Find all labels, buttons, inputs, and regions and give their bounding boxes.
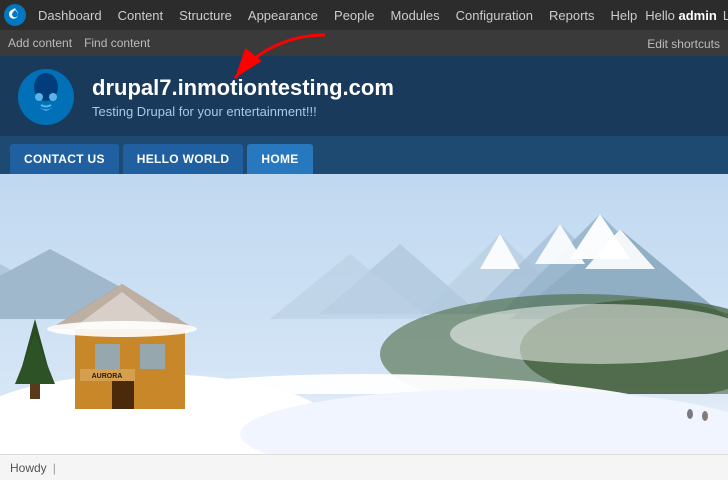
nav-reports[interactable]: Reports bbox=[541, 0, 603, 30]
nav-modules[interactable]: Modules bbox=[383, 0, 448, 30]
howdy-text: Howdy bbox=[10, 461, 47, 475]
nav-help[interactable]: Help bbox=[603, 0, 646, 30]
site-nav: CONTACT US HELLO WORLD HOME bbox=[0, 136, 728, 174]
hero-image: AURORA bbox=[0, 174, 728, 454]
nav-contact-us[interactable]: CONTACT US bbox=[10, 144, 119, 174]
edit-shortcuts-link[interactable]: Edit shortcuts bbox=[647, 37, 720, 51]
toolbar-right: Hello admin Log out ▼ bbox=[645, 6, 728, 24]
logout-link[interactable]: Log out bbox=[723, 8, 728, 23]
shortcuts-right: Edit shortcuts bbox=[647, 36, 720, 51]
shortcuts-bar: Add content Find content Edit shortcuts bbox=[0, 30, 728, 56]
nav-configuration[interactable]: Configuration bbox=[448, 0, 541, 30]
nav-people[interactable]: People bbox=[326, 0, 382, 30]
howdy-separator: | bbox=[53, 461, 56, 475]
nav-hello-world[interactable]: HELLO WORLD bbox=[123, 144, 244, 174]
drupal-logo-icon bbox=[4, 4, 26, 26]
site-title-block: drupal7.inmotiontesting.com Testing Drup… bbox=[92, 75, 394, 118]
shortcuts-left: Add content Find content bbox=[8, 36, 150, 50]
svg-text:AURORA: AURORA bbox=[92, 373, 123, 380]
howdy-bar: Howdy | bbox=[0, 454, 728, 480]
site-header: drupal7.inmotiontesting.com Testing Drup… bbox=[0, 56, 728, 136]
nav-structure[interactable]: Structure bbox=[171, 0, 240, 30]
toolbar-nav: Dashboard Content Structure Appearance P… bbox=[30, 0, 645, 30]
nav-content[interactable]: Content bbox=[110, 0, 172, 30]
add-content-link[interactable]: Add content bbox=[8, 36, 72, 50]
nav-dashboard[interactable]: Dashboard bbox=[30, 0, 110, 30]
hero-scene: AURORA bbox=[0, 174, 728, 454]
username: admin bbox=[679, 8, 717, 23]
nav-home[interactable]: HOME bbox=[247, 144, 312, 174]
site-title: drupal7.inmotiontesting.com bbox=[92, 75, 394, 101]
site-subtitle: Testing Drupal for your entertainment!!! bbox=[92, 104, 394, 119]
site-logo bbox=[16, 67, 76, 127]
find-content-link[interactable]: Find content bbox=[84, 36, 150, 50]
hello-text: Hello admin bbox=[645, 8, 717, 23]
admin-toolbar: Dashboard Content Structure Appearance P… bbox=[0, 0, 728, 30]
nav-appearance[interactable]: Appearance bbox=[240, 0, 326, 30]
